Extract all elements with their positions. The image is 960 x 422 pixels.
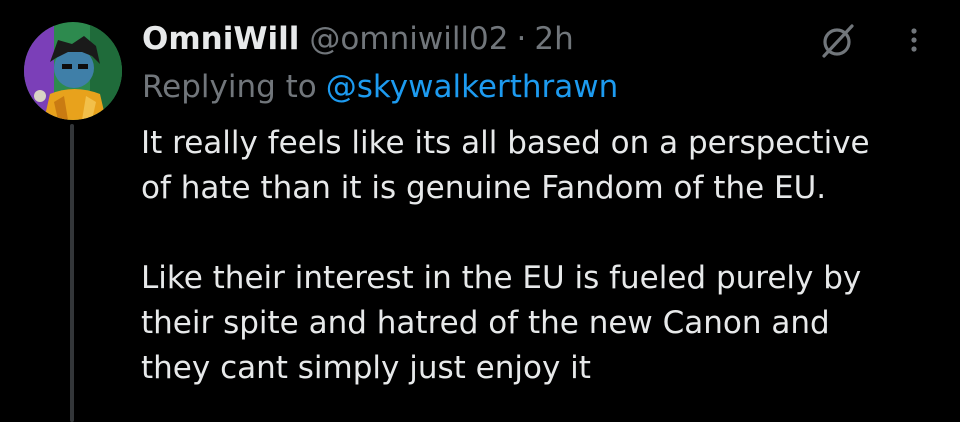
tweet-header: OmniWill @omniwill02 · 2h (142, 14, 574, 64)
avatar-image (24, 22, 122, 120)
author-handle[interactable]: @omniwill02 (309, 21, 508, 57)
header-separator: · (516, 21, 527, 57)
tweet-container[interactable]: OmniWill @omniwill02 · 2h Replying to @s… (0, 0, 960, 422)
author-display-name[interactable]: OmniWill (142, 21, 299, 57)
more-options-icon[interactable] (902, 18, 926, 62)
tweet-body: It really feels like its all based on a … (141, 121, 931, 391)
body-line: It really feels like its all based on a … (141, 125, 870, 161)
body-line: they cant simply just enjoy it (141, 350, 591, 386)
tweet-timestamp[interactable]: 2h (534, 21, 573, 57)
body-line: of hate than it is genuine Fandom of the… (141, 170, 827, 206)
replying-to-line: Replying to @skywalkerthrawn (142, 64, 618, 110)
replying-to-mention-link[interactable]: @skywalkerthrawn (326, 69, 619, 105)
body-line: Like their interest in the EU is fueled … (141, 260, 862, 296)
body-line: their spite and hatred of the new Canon … (141, 305, 830, 341)
replying-to-label: Replying to (142, 69, 317, 105)
grok-icon[interactable] (816, 18, 860, 62)
author-avatar[interactable] (24, 22, 122, 120)
thread-connector-line (70, 124, 74, 422)
